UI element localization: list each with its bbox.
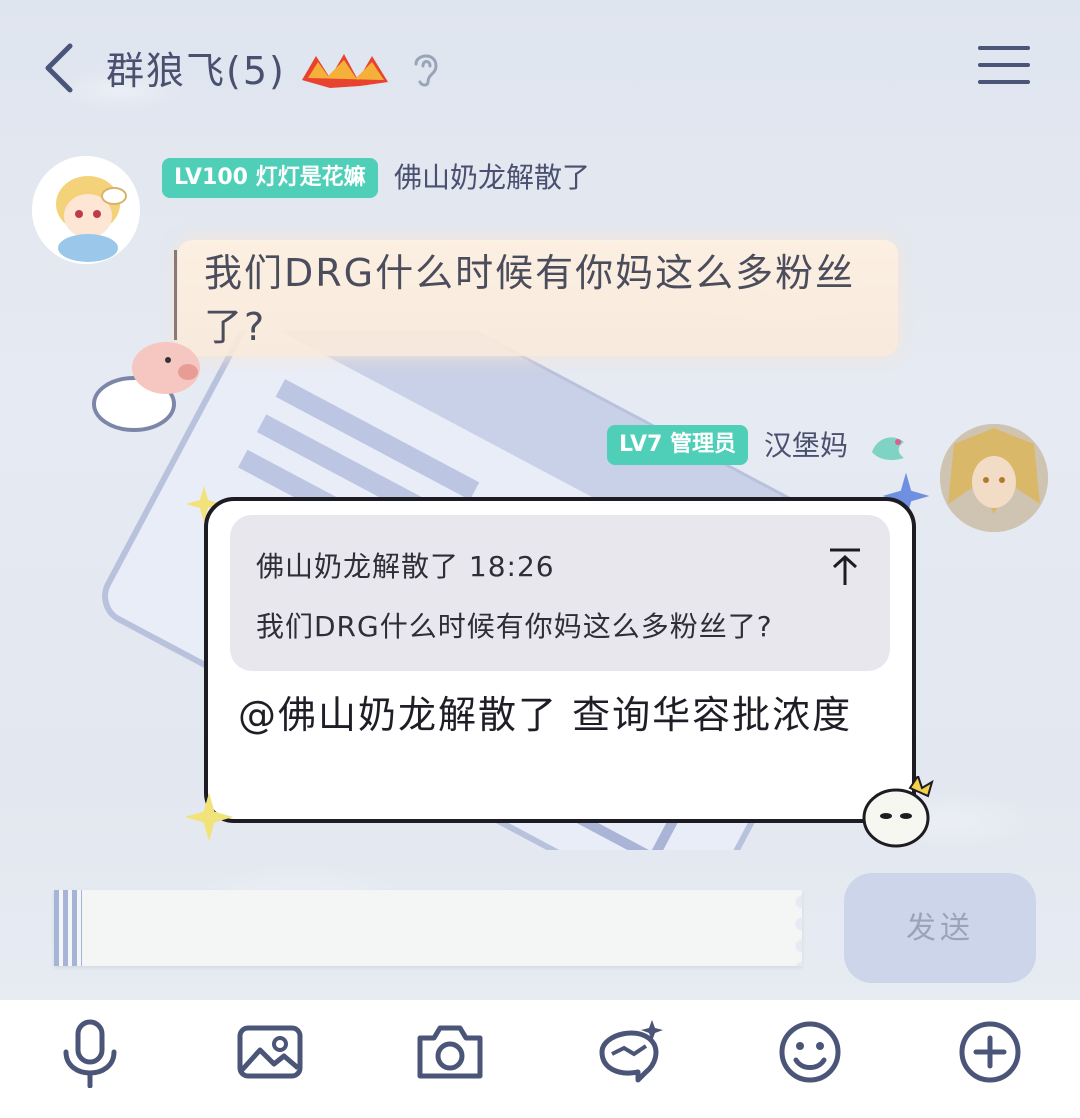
hamburger-menu-icon[interactable] — [978, 46, 1030, 88]
message-text: @佛山奶龙解散了 查询华容批浓度 — [238, 693, 853, 737]
dragon-badge-icon — [872, 437, 904, 460]
pig-cloud-sticker — [92, 342, 200, 432]
sender-name[interactable]: 汉堡妈 — [764, 424, 848, 464]
emoji-icon[interactable] — [774, 1016, 846, 1088]
level-title-badge: LV7 管理员 — [607, 425, 748, 465]
quoted-message[interactable]: 佛山奶龙解散了 18:26 我们DRG什么时候有你妈这么多粉丝了? — [230, 515, 890, 671]
chat-header: 群狼飞(5) — [0, 0, 1080, 135]
message-text: 我们DRG什么时候有你妈这么多粉丝了? — [204, 251, 856, 349]
input-decoration — [784, 890, 802, 966]
sender-avatar[interactable] — [32, 156, 140, 264]
message-bubble[interactable]: 我们DRG什么时候有你妈这么多粉丝了? — [174, 240, 898, 356]
level-title-badge: LV100 灯灯是花嫲 — [162, 158, 378, 198]
red-packet-icon[interactable] — [594, 1016, 666, 1088]
sender-avatar[interactable] — [940, 424, 1048, 532]
jump-to-message-icon[interactable] — [828, 547, 862, 587]
input-bar: 发送 — [0, 860, 1080, 1000]
nirvana-logo — [302, 54, 388, 88]
image-icon[interactable] — [234, 1016, 306, 1088]
bottom-toolbar — [0, 1000, 1080, 1118]
bubble-mascot-sticker — [862, 776, 934, 848]
input-decoration — [54, 890, 82, 966]
plus-icon[interactable] — [954, 1016, 1026, 1088]
message-input[interactable] — [54, 890, 802, 966]
quoted-message-text: 我们DRG什么时候有你妈这么多粉丝了? — [256, 610, 773, 643]
message-bubble[interactable]: 佛山奶龙解散了 18:26 我们DRG什么时候有你妈这么多粉丝了? @佛山奶龙解… — [204, 497, 916, 823]
sparkle-icon — [184, 792, 234, 842]
camera-icon[interactable] — [414, 1016, 486, 1088]
bubble-decoration — [174, 250, 177, 340]
sender-name[interactable]: 佛山奶龙解散了 — [394, 156, 590, 196]
quoted-message-meta: 佛山奶龙解散了 18:26 — [256, 550, 555, 583]
back-chevron-icon[interactable] — [40, 42, 80, 94]
chat-title[interactable]: 群狼飞(5) — [106, 40, 286, 95]
microphone-icon[interactable] — [54, 1016, 126, 1089]
ear-icon[interactable] — [410, 50, 442, 88]
send-button[interactable]: 发送 — [844, 873, 1036, 983]
